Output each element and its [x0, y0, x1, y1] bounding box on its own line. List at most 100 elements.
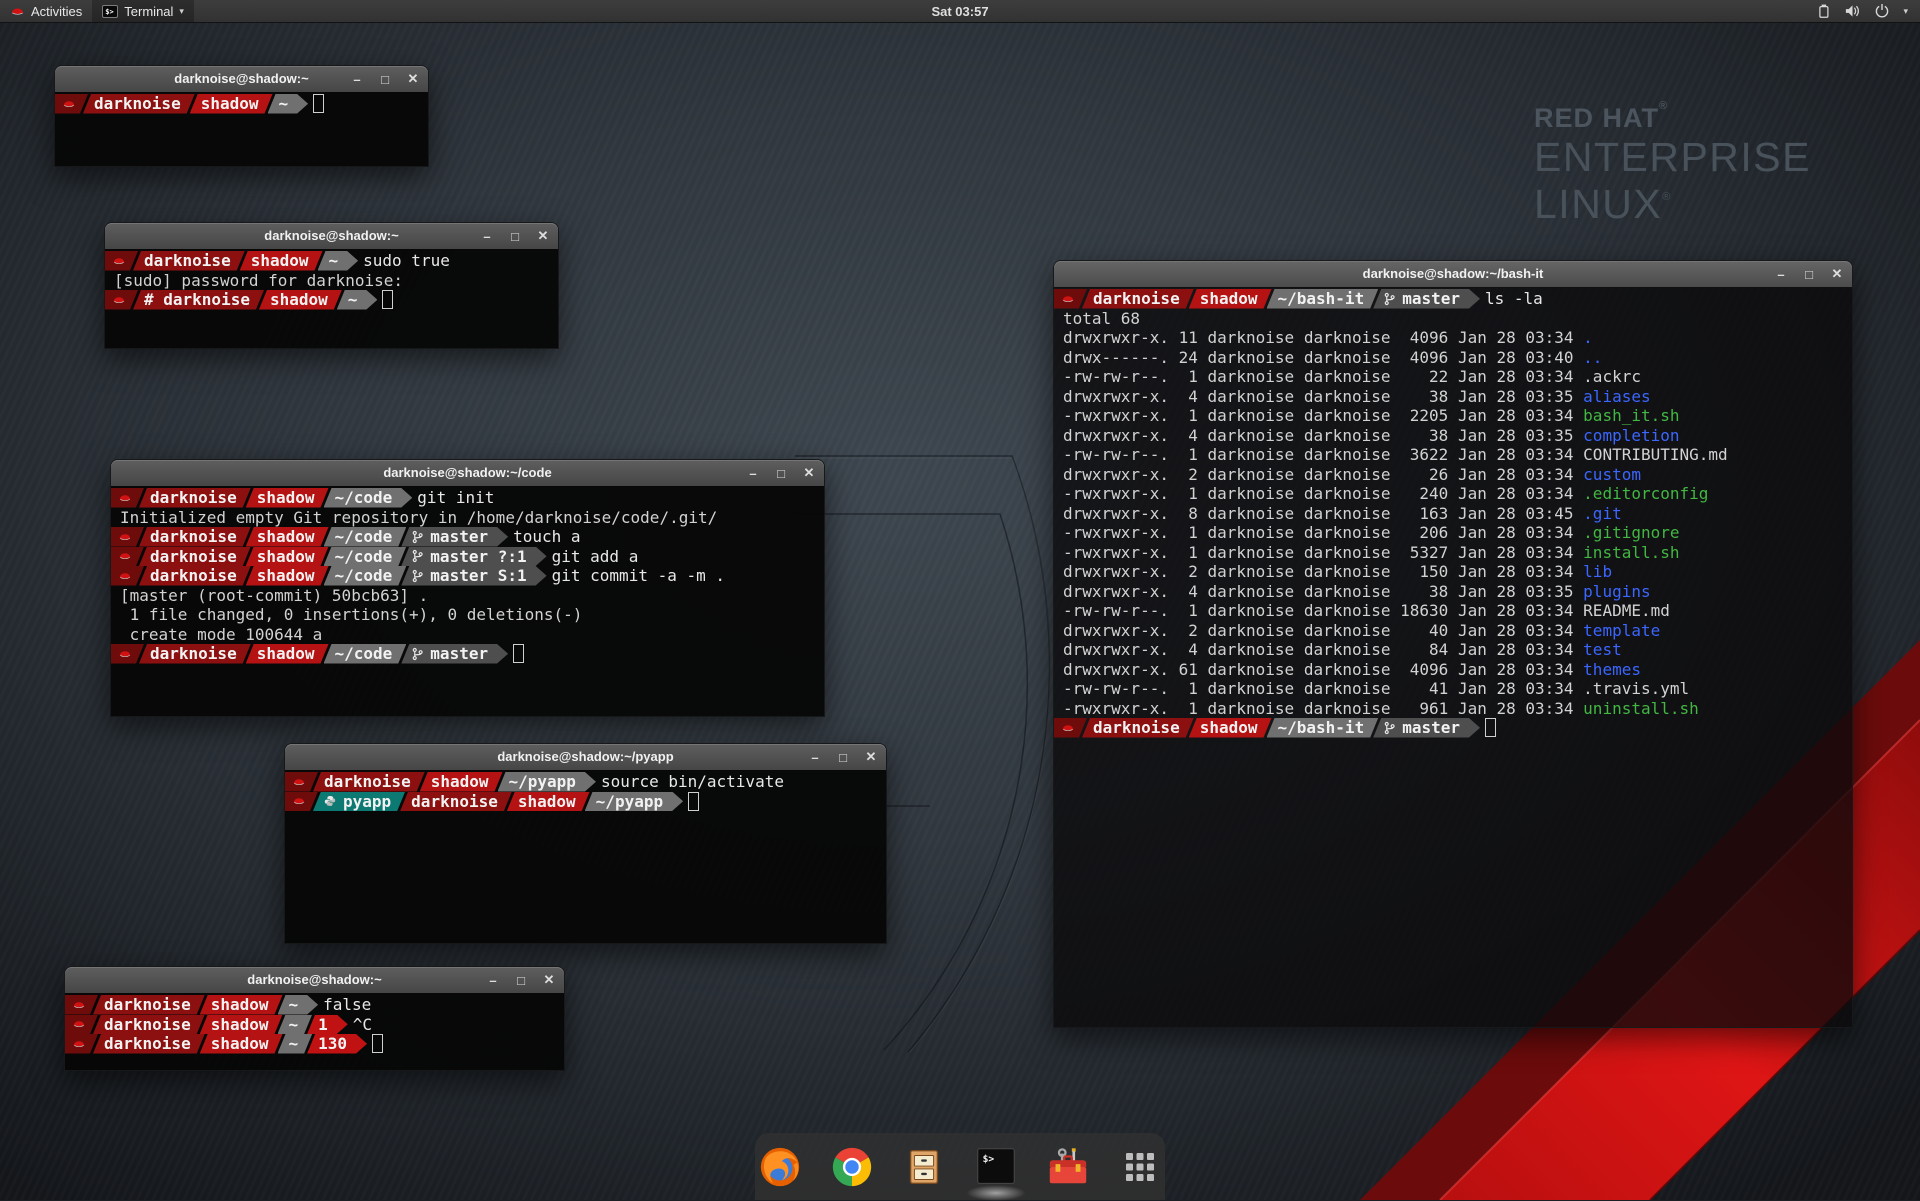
command-text: git init [417, 488, 494, 508]
prompt-line: darknoiseshadow~/codegit init [111, 488, 824, 508]
maximize-button[interactable]: □ [1802, 267, 1816, 282]
prompt-line: darknoiseshadow~/codemaster ?:1git add a [111, 547, 824, 567]
output-text: [master (root-commit) 50bcb63] . [111, 586, 428, 606]
terminal-body[interactable]: darknoiseshadow~ [55, 92, 428, 166]
redhat-icon [112, 295, 126, 305]
output-line: [master (root-commit) 50bcb63] . [111, 586, 824, 606]
dock-item-terminal[interactable]: $> [972, 1143, 1020, 1191]
close-button[interactable]: ✕ [406, 71, 420, 87]
dock-item-toolbox[interactable] [1044, 1143, 1092, 1191]
window-titlebar[interactable]: darknoise@shadow:~ –□✕ [105, 223, 558, 250]
ls-file-name: install.sh [1583, 543, 1679, 563]
running-app-glow [966, 1185, 1026, 1201]
prompt-segment-host: shadow [246, 547, 329, 567]
terminal-body[interactable]: darknoiseshadow~/codegit initInitialized… [111, 486, 824, 716]
window-titlebar[interactable]: darknoise@shadow:~ –□✕ [55, 66, 428, 93]
minimize-button[interactable]: – [808, 750, 822, 765]
terminal-mini-icon: $> [102, 5, 118, 18]
command-text: git commit -a -m . [552, 566, 725, 586]
minimize-button[interactable]: – [486, 973, 500, 988]
ls-file-name: README.md [1583, 601, 1670, 621]
prompt-segment-host: shadow [200, 1015, 283, 1035]
prompt-segment-host: shadow [1189, 289, 1272, 309]
app-menu-terminal[interactable]: $> Terminal ▾ [92, 0, 194, 22]
ls-file-name: .travis.yml [1583, 679, 1689, 699]
prompt-segment-path: ~ [337, 290, 378, 310]
close-button[interactable]: ✕ [542, 972, 556, 988]
minimize-button[interactable]: – [480, 229, 494, 244]
prompt-segment-path: ~/bash-it [1267, 718, 1379, 738]
git-branch-icon [412, 549, 423, 563]
close-button[interactable]: ✕ [864, 749, 878, 765]
ls-row-meta: -rwxrwxr-x. 1 darknoise darknoise 240 Ja… [1054, 484, 1583, 504]
maximize-button[interactable]: □ [774, 466, 788, 481]
prompt-segment-hat [111, 527, 144, 547]
prompt-line: # darknoiseshadow~ [105, 290, 558, 310]
terminal-body[interactable]: darknoiseshadow~/bash-itmasterls -latota… [1054, 287, 1852, 1027]
dock-item-files[interactable] [900, 1143, 948, 1191]
prompt-segment-path: ~/code [324, 547, 407, 567]
prompt-segment-host: shadow [200, 995, 283, 1015]
svg-text:$>: $> [983, 1154, 995, 1165]
prompt-segment-user: darknoise [139, 566, 251, 586]
minimize-button[interactable]: – [746, 466, 760, 481]
activities-button[interactable]: Activities [0, 0, 92, 22]
prompt-line: darknoiseshadow~sudo true [105, 251, 558, 271]
prompt-segment-hat [65, 995, 98, 1015]
prompt-segment-hat [111, 644, 144, 664]
ls-row: -rw-rw-r--. 1 darknoise darknoise 22 Jan… [1054, 367, 1852, 387]
command-text: source bin/activate [601, 772, 784, 792]
prompt-segment-host: shadow [246, 527, 329, 547]
ls-file-name: test [1583, 640, 1622, 660]
terminal-window-pyapp: darknoise@shadow:~/pyapp –□✕ darknoisesh… [284, 743, 887, 944]
terminal-body[interactable]: darknoiseshadow~sudo true[sudo] password… [105, 249, 558, 348]
ls-row: drwxrwxr-x. 11 darknoise darknoise 4096 … [1054, 328, 1852, 348]
ls-row: drwxrwxr-x. 2 darknoise darknoise 40 Jan… [1054, 621, 1852, 641]
prompt-segment-host: shadow [246, 566, 329, 586]
prompt-segment-hat [111, 547, 144, 567]
terminal-cursor [382, 290, 393, 309]
window-titlebar[interactable]: darknoise@shadow:~/bash-it –□✕ [1054, 261, 1852, 288]
prompt-segment-err: 1 [307, 1015, 348, 1035]
close-button[interactable]: ✕ [536, 228, 550, 244]
maximize-button[interactable]: □ [508, 229, 522, 244]
output-text: Initialized empty Git repository in /hom… [111, 508, 717, 528]
close-button[interactable]: ✕ [802, 465, 816, 481]
ls-file-name: completion [1583, 426, 1679, 446]
prompt-segment-host: shadow [200, 1034, 283, 1054]
app-grid-icon [1119, 1146, 1161, 1188]
dock-item-firefox[interactable] [756, 1143, 804, 1191]
maximize-button[interactable]: □ [514, 973, 528, 988]
clock[interactable]: Sat 03:57 [0, 4, 1920, 19]
ls-row-meta: drwxrwxr-x. 4 darknoise darknoise 38 Jan… [1054, 582, 1583, 602]
dock-item-app-grid[interactable] [1116, 1143, 1164, 1191]
terminal-cursor [513, 644, 524, 663]
ls-file-name: lib [1583, 562, 1612, 582]
ls-row: drwxrwxr-x. 4 darknoise darknoise 38 Jan… [1054, 582, 1852, 602]
terminal-body[interactable]: darknoiseshadow~falsedarknoiseshadow~1^C… [65, 993, 564, 1070]
ls-file-name: themes [1583, 660, 1641, 680]
ls-file-name: .editorconfig [1583, 484, 1708, 504]
prompt-segment-user: darknoise [133, 251, 245, 271]
close-button[interactable]: ✕ [1830, 266, 1844, 282]
maximize-button[interactable]: □ [378, 72, 392, 87]
terminal-body[interactable]: darknoiseshadow~/pyappsource bin/activat… [285, 770, 886, 943]
window-titlebar[interactable]: darknoise@shadow:~/code –□✕ [111, 460, 824, 487]
prompt-segment-hat [65, 1034, 98, 1054]
toolbox-icon [1045, 1144, 1091, 1190]
ls-file-name: custom [1583, 465, 1641, 485]
ls-row-meta: drwxrwxr-x. 11 darknoise darknoise 4096 … [1054, 328, 1583, 348]
minimize-button[interactable]: – [1774, 267, 1788, 282]
ls-file-name: plugins [1583, 582, 1650, 602]
ls-row: -rwxrwxr-x. 1 darknoise darknoise 5327 J… [1054, 543, 1852, 563]
system-status-area[interactable]: ▾ [1815, 0, 1920, 22]
ls-row-meta: -rwxrwxr-x. 1 darknoise darknoise 961 Ja… [1054, 699, 1583, 719]
window-titlebar[interactable]: darknoise@shadow:~ –□✕ [65, 967, 564, 994]
window-titlebar[interactable]: darknoise@shadow:~/pyapp –□✕ [285, 744, 886, 771]
prompt-line: darknoiseshadow~/codemaster [111, 644, 824, 664]
prompt-line: darknoiseshadow~/codemastertouch a [111, 527, 824, 547]
minimize-button[interactable]: – [350, 72, 364, 87]
dock-item-chrome[interactable] [828, 1143, 876, 1191]
maximize-button[interactable]: □ [836, 750, 850, 765]
firefox-icon [757, 1144, 803, 1190]
